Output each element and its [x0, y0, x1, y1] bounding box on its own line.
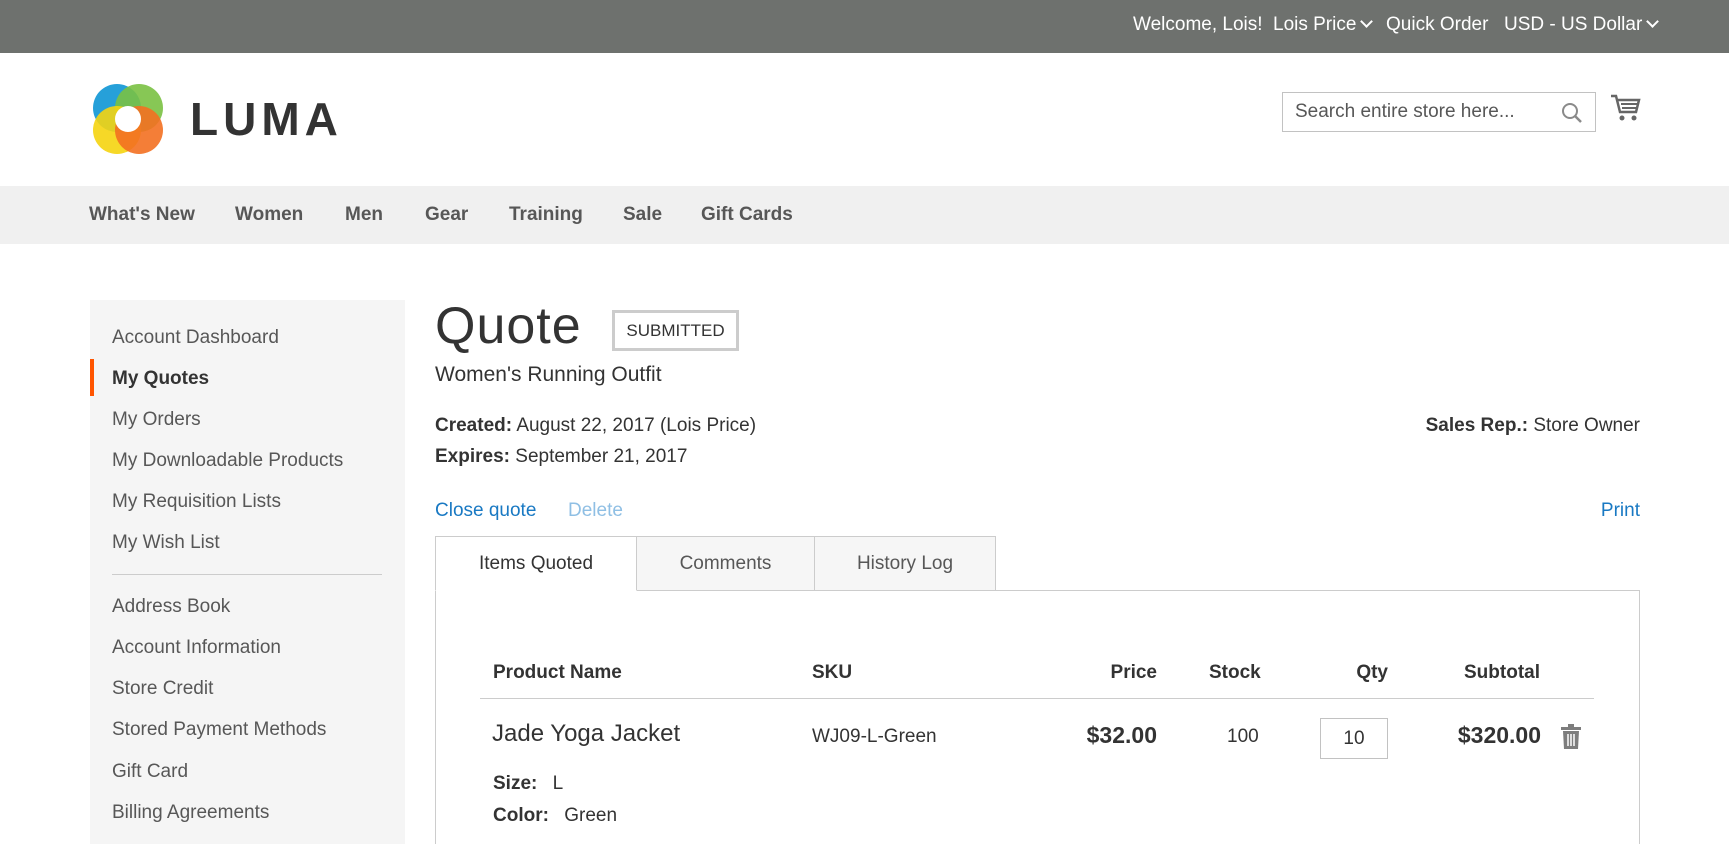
trash-icon[interactable] — [1560, 724, 1582, 750]
delete-quote-link[interactable]: Delete — [568, 500, 623, 522]
created-label: Created: — [435, 415, 513, 436]
expires-value: September 21, 2017 — [515, 446, 688, 467]
quick-order-link[interactable]: Quick Order — [1386, 14, 1488, 36]
account-sidebar: Account Dashboard My Quotes My Orders My… — [90, 300, 405, 844]
quote-name: Women's Running Outfit — [435, 363, 662, 386]
sidebar-divider — [112, 574, 382, 575]
sidebar-item-wish-list[interactable]: My Wish List — [112, 532, 220, 554]
column-header-qty: Qty — [1356, 662, 1388, 683]
column-header-price: Price — [1110, 662, 1157, 683]
qty-input[interactable] — [1320, 718, 1388, 759]
sidebar-item-my-orders[interactable]: My Orders — [112, 409, 201, 431]
main-navigation: What's New Women Men Gear Training Sale … — [0, 186, 1729, 244]
active-indicator — [90, 359, 94, 396]
nav-item-women[interactable]: Women — [235, 204, 303, 226]
table-header-divider — [480, 698, 1594, 699]
quote-expires: Expires: September 21, 2017 — [435, 446, 687, 468]
option-size-label: Size: — [493, 773, 538, 794]
account-menu[interactable]: Lois Price — [1273, 14, 1374, 36]
sidebar-item-stored-payment-methods[interactable]: Stored Payment Methods — [112, 719, 326, 741]
option-color: Color: Green — [493, 805, 617, 827]
tab-comments[interactable]: Comments — [636, 536, 815, 591]
chevron-down-icon — [1360, 15, 1374, 28]
product-sku: WJ09-L-Green — [812, 726, 937, 747]
currency-switcher[interactable]: USD - US Dollar — [1504, 14, 1660, 36]
sidebar-item-billing-agreements[interactable]: Billing Agreements — [112, 802, 269, 824]
print-link[interactable]: Print — [1601, 500, 1640, 522]
sidebar-item-gift-card[interactable]: Gift Card — [112, 761, 188, 783]
sidebar-item-store-credit[interactable]: Store Credit — [112, 678, 213, 700]
product-subtotal: $320.00 — [1457, 722, 1541, 748]
close-quote-link[interactable]: Close quote — [435, 500, 536, 522]
sidebar-item-my-quotes[interactable]: My Quotes — [112, 368, 209, 390]
search-icon[interactable] — [1561, 102, 1583, 124]
luma-logo-icon[interactable] — [90, 81, 166, 157]
option-color-value: Green — [564, 805, 618, 826]
tab-items-quoted[interactable]: Items Quoted — [435, 536, 637, 591]
sidebar-item-account-dashboard[interactable]: Account Dashboard — [112, 327, 279, 349]
brand-wordmark[interactable]: LUMA — [190, 92, 343, 146]
chevron-down-icon — [1646, 15, 1660, 28]
cart-icon[interactable] — [1610, 93, 1642, 123]
sales-rep-value: Store Owner — [1533, 415, 1640, 436]
top-bar: Welcome, Lois! Lois Price Quick Order US… — [0, 0, 1729, 53]
search-input[interactable] — [1283, 93, 1553, 131]
currency-label: USD - US Dollar — [1504, 14, 1643, 35]
tab-history-log[interactable]: History Log — [814, 536, 996, 591]
created-value: August 22, 2017 (Lois Price) — [516, 415, 757, 436]
sidebar-item-account-information[interactable]: Account Information — [112, 637, 281, 659]
sidebar-item-address-book[interactable]: Address Book — [112, 596, 230, 618]
nav-item-gift-cards[interactable]: Gift Cards — [701, 204, 793, 226]
nav-item-whats-new[interactable]: What's New — [89, 204, 195, 226]
welcome-message: Welcome, Lois! — [1133, 14, 1263, 35]
sidebar-item-requisition-lists[interactable]: My Requisition Lists — [112, 491, 281, 513]
column-header-subtotal: Subtotal — [1464, 662, 1540, 683]
sales-rep-label: Sales Rep.: — [1425, 415, 1529, 436]
quote-sales-rep: Sales Rep.: Store Owner — [1426, 415, 1640, 437]
nav-item-men[interactable]: Men — [345, 204, 383, 226]
column-header-product-name: Product Name — [493, 662, 622, 683]
nav-item-gear[interactable]: Gear — [425, 204, 468, 226]
nav-item-training[interactable]: Training — [509, 204, 583, 226]
option-color-label: Color: — [493, 805, 549, 826]
quote-created: Created: August 22, 2017 (Lois Price) — [435, 415, 756, 437]
account-name: Lois Price — [1273, 14, 1357, 35]
product-name-link[interactable]: Jade Yoga Jacket — [492, 720, 680, 748]
search-box — [1282, 92, 1596, 132]
page-title: Quote — [435, 297, 582, 355]
option-size-value: L — [552, 773, 564, 794]
column-header-stock: Stock — [1209, 662, 1261, 683]
product-price: $32.00 — [1086, 722, 1157, 748]
product-stock: 100 — [1227, 726, 1259, 747]
nav-item-sale[interactable]: Sale — [623, 204, 662, 226]
option-size: Size: L — [493, 773, 563, 795]
status-badge: SUBMITTED — [612, 310, 739, 351]
sidebar-item-downloadable-products[interactable]: My Downloadable Products — [112, 450, 343, 472]
column-header-sku: SKU — [812, 662, 853, 683]
expires-label: Expires: — [435, 446, 510, 467]
